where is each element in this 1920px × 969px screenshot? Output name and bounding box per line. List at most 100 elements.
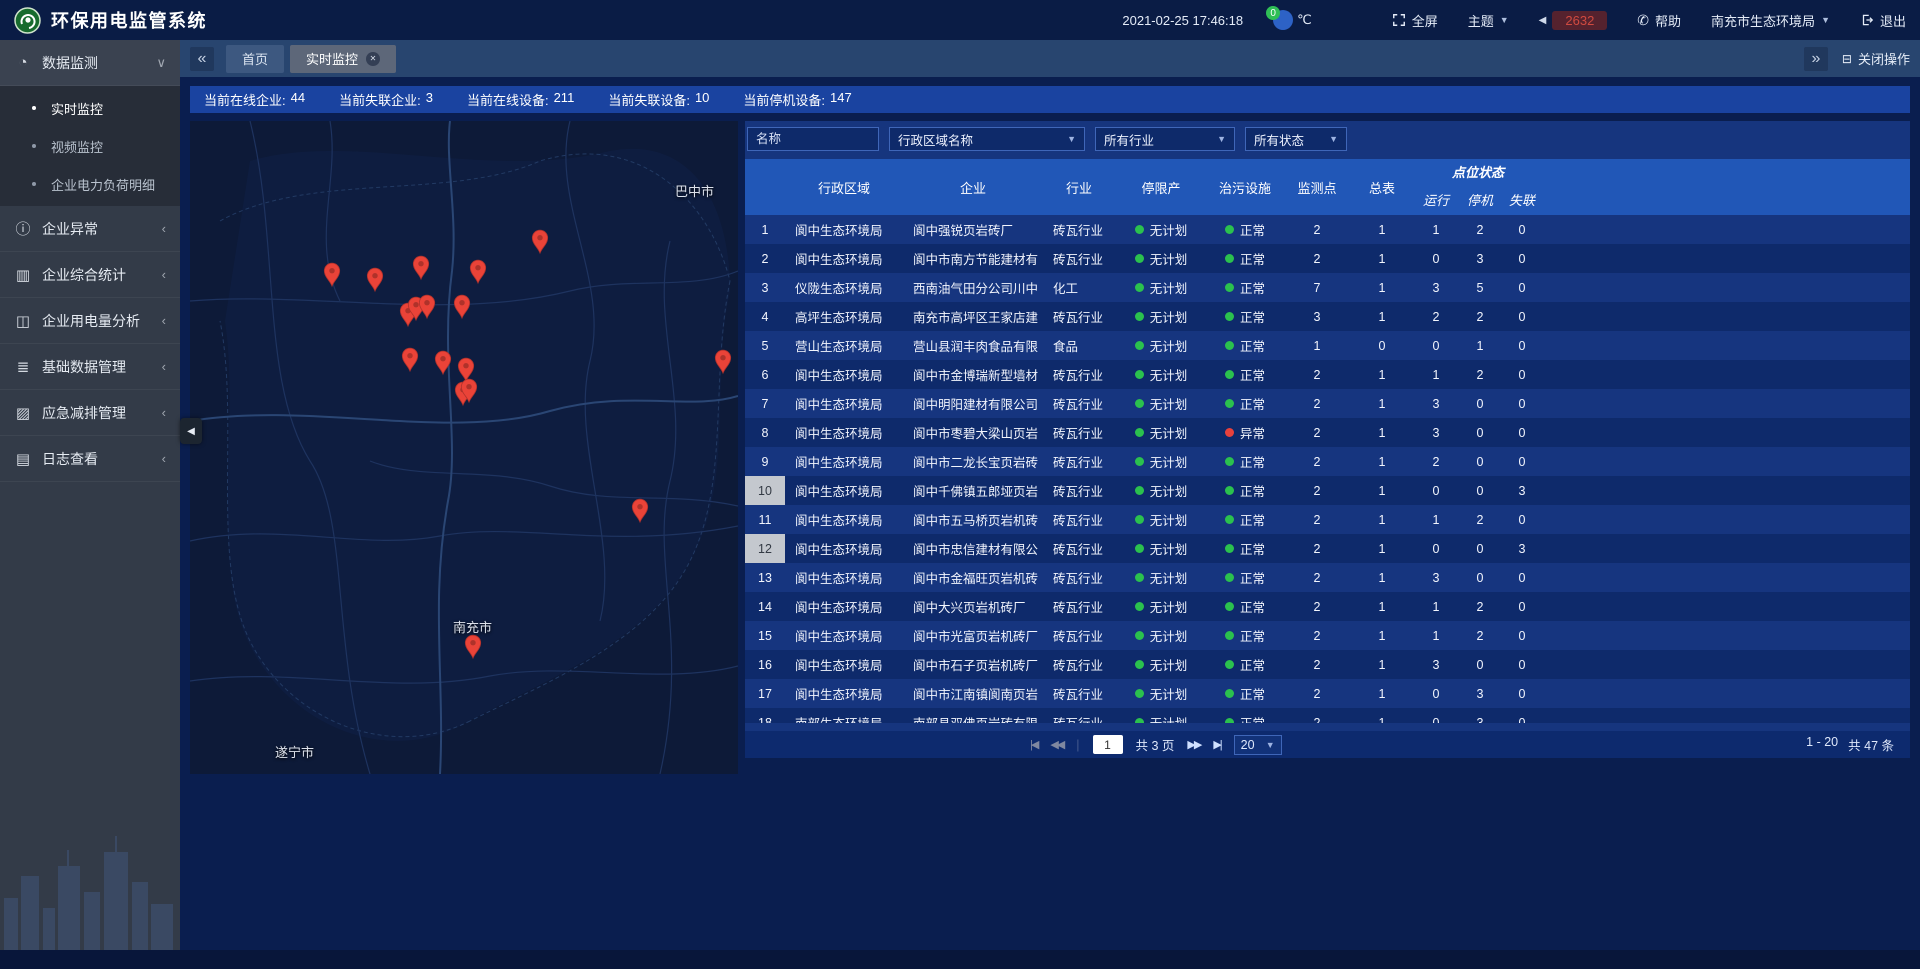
cell-region: 阆中生态环境局 — [785, 534, 903, 563]
status-select[interactable]: 所有状态▼ — [1245, 127, 1347, 151]
status-label: 无计划 — [1150, 423, 1188, 442]
cell-limit-status: 无计划 — [1115, 592, 1207, 621]
pin-center-icon — [637, 504, 642, 509]
industry-select[interactable]: 所有行业▼ — [1095, 127, 1235, 151]
tabs: 首页实时监控✕ — [226, 45, 396, 73]
table-row[interactable]: 13阆中生态环境局阆中市金福旺页岩机砖砖瓦行业无计划正常21300 — [745, 563, 1910, 592]
col-total-meters: 总表 — [1351, 159, 1413, 215]
table-row[interactable]: 6阆中生态环境局阆中市金博瑞新型墙材砖瓦行业无计划正常21120 — [745, 360, 1910, 389]
weather-icon: 0 — [1273, 10, 1293, 30]
name-search-input[interactable] — [747, 127, 879, 151]
cell-running: 0 — [1413, 708, 1459, 723]
last-page-icon[interactable]: ▶| — [1213, 738, 1220, 751]
table-row[interactable]: 4高坪生态环境局南充市高坪区王家店建砖瓦行业无计划正常31220 — [745, 302, 1910, 331]
sidebar-item-emergency[interactable]: ▨应急减排管理‹ — [0, 390, 180, 436]
cell-industry: 砖瓦行业 — [1043, 592, 1115, 621]
cell-running: 1 — [1413, 360, 1459, 389]
row-index: 16 — [745, 650, 785, 679]
sidebar-subitem[interactable]: 视频监控 — [0, 127, 180, 165]
page-size-select[interactable]: 20 ▼ — [1234, 735, 1282, 755]
notice-widget[interactable]: ◀ 2632 — [1539, 11, 1608, 30]
cell-offline: 0 — [1501, 360, 1543, 389]
cell-monitor-points: 2 — [1283, 679, 1351, 708]
cell-region: 阆中生态环境局 — [785, 650, 903, 679]
row-index: 4 — [745, 302, 785, 331]
notice-count-badge[interactable]: 2632 — [1552, 11, 1607, 30]
cell-running: 1 — [1413, 621, 1459, 650]
cell-facility-status: 正常 — [1207, 360, 1283, 389]
table-row[interactable]: 11阆中生态环境局阆中市五马桥页岩机砖砖瓦行业无计划正常21120 — [745, 505, 1910, 534]
sidebar-item-enterprise-alert[interactable]: ⓘ企业异常‹ — [0, 206, 180, 252]
row-index: 14 — [745, 592, 785, 621]
table-row[interactable]: 1阆中生态环境局阆中强锐页岩砖厂砖瓦行业无计划正常21120 — [745, 215, 1910, 244]
help-button[interactable]: ✆ 帮助 — [1637, 11, 1681, 30]
table-row[interactable]: 3仪陇生态环境局西南油气田分公司川中化工无计划正常71350 — [745, 273, 1910, 302]
sidebar-item-enterprise-stats[interactable]: ▥企业综合统计‹ — [0, 252, 180, 298]
sidebar-item-base-data[interactable]: ≣基础数据管理‹ — [0, 344, 180, 390]
next-page-icon[interactable]: ▶▶ — [1187, 738, 1200, 751]
bullet-icon — [32, 182, 36, 186]
cell-filler — [1543, 592, 1910, 621]
status-dot-icon — [1225, 312, 1234, 321]
sidebar-item-data-monitor[interactable]: ◔数据监测∨ — [0, 40, 180, 86]
sidebar-item-logs[interactable]: ▤日志查看‹ — [0, 436, 180, 482]
cell-limit-status: 无计划 — [1115, 360, 1207, 389]
cell-running: 2 — [1413, 447, 1459, 476]
cell-region: 阆中生态环境局 — [785, 244, 903, 273]
stat-item: 当前停机设备:147 — [743, 90, 851, 109]
sidebar-subitem[interactable]: 企业电力负荷明细 — [0, 165, 180, 203]
stats-bar: 当前在线企业:44当前失联企业:3当前在线设备:211当前失联设备:10当前停机… — [190, 86, 1910, 113]
sidebar-item-label: 企业异常 — [42, 219, 98, 239]
tab-close-icon[interactable]: ✕ — [366, 52, 380, 66]
cityscape-decoration — [0, 810, 180, 950]
region-select[interactable]: 行政区域名称▼ — [889, 127, 1085, 151]
tab-realtime[interactable]: 实时监控✕ — [290, 45, 396, 73]
map[interactable]: ◀ — [190, 121, 738, 774]
cell-running: 0 — [1413, 244, 1459, 273]
chevron-down-icon: ▼ — [1266, 740, 1275, 750]
map-collapse-button[interactable]: ◀ — [180, 418, 202, 444]
table-row[interactable]: 16阆中生态环境局阆中市石子页岩机砖厂砖瓦行业无计划正常21300 — [745, 650, 1910, 679]
sidebar-item-power-analysis[interactable]: ◫企业用电量分析‹ — [0, 298, 180, 344]
table-row[interactable]: 12阆中生态环境局阆中市忠信建材有限公砖瓦行业无计划正常21003 — [745, 534, 1910, 563]
cell-limit-status: 无计划 — [1115, 302, 1207, 331]
tabs-scroll-left-icon[interactable]: « — [190, 47, 214, 71]
cell-filler — [1543, 534, 1910, 563]
cell-industry: 砖瓦行业 — [1043, 708, 1115, 723]
cell-company: 阆中明阳建材有限公司 — [903, 389, 1043, 418]
cell-limit-status: 无计划 — [1115, 621, 1207, 650]
table-row[interactable]: 18南部生态环境局南部县双佛页岩砖有限砖瓦行业无计划正常21030 — [745, 708, 1910, 723]
prev-page-icon[interactable]: ◀◀ — [1050, 738, 1063, 751]
first-page-icon[interactable]: |◀ — [1030, 738, 1037, 751]
page-title: 环保用电监管系统 — [51, 7, 207, 33]
cell-industry: 砖瓦行业 — [1043, 650, 1115, 679]
cell-running: 1 — [1413, 592, 1459, 621]
cell-region: 阆中生态环境局 — [785, 592, 903, 621]
table-row[interactable]: 5营山生态环境局营山县润丰肉食品有限食品无计划正常10010 — [745, 331, 1910, 360]
table-row[interactable]: 17阆中生态环境局阆中市江南镇阆南页岩砖瓦行业无计划正常21030 — [745, 679, 1910, 708]
theme-dropdown[interactable]: 主题 ▼ — [1468, 11, 1509, 30]
sidebar-subitem[interactable]: 实时监控 — [0, 89, 180, 127]
org-dropdown[interactable]: 南充市生态环境局 ▼ — [1711, 11, 1830, 30]
table-row[interactable]: 14阆中生态环境局阆中大兴页岩机砖厂砖瓦行业无计划正常21120 — [745, 592, 1910, 621]
cell-total-meters: 0 — [1351, 331, 1413, 360]
logout-button[interactable]: 退出 — [1860, 11, 1906, 30]
page-number-input[interactable]: 1 — [1093, 735, 1123, 754]
fullscreen-button[interactable]: 全屏 — [1392, 11, 1438, 30]
table-row[interactable]: 7阆中生态环境局阆中明阳建材有限公司砖瓦行业无计划正常21300 — [745, 389, 1910, 418]
bullet-icon — [32, 106, 36, 110]
table-row[interactable]: 8阆中生态环境局阆中市枣碧大梁山页岩砖瓦行业无计划异常21300 — [745, 418, 1910, 447]
pin-center-icon — [720, 355, 725, 360]
notice-prev-icon[interactable]: ◀ — [1539, 15, 1547, 26]
table-row[interactable]: 15阆中生态环境局阆中市光富页岩机砖厂砖瓦行业无计划正常21120 — [745, 621, 1910, 650]
cell-filler — [1543, 447, 1910, 476]
tabs-scroll-right-icon[interactable]: » — [1804, 47, 1828, 71]
total-pages-label: 共 3 页 — [1136, 735, 1175, 754]
tab-home[interactable]: 首页 — [226, 45, 284, 73]
table-row[interactable]: 9阆中生态环境局阆中市二龙长宝页岩砖砖瓦行业无计划正常21200 — [745, 447, 1910, 476]
table-row[interactable]: 10阆中生态环境局阆中千佛镇五郎垭页岩砖瓦行业无计划正常21003 — [745, 476, 1910, 505]
cell-limit-status: 无计划 — [1115, 650, 1207, 679]
close-operations-button[interactable]: ⊟ 关闭操作 — [1842, 49, 1910, 68]
table-row[interactable]: 2阆中生态环境局阆中市南方节能建材有砖瓦行业无计划正常21030 — [745, 244, 1910, 273]
cell-filler — [1543, 505, 1910, 534]
